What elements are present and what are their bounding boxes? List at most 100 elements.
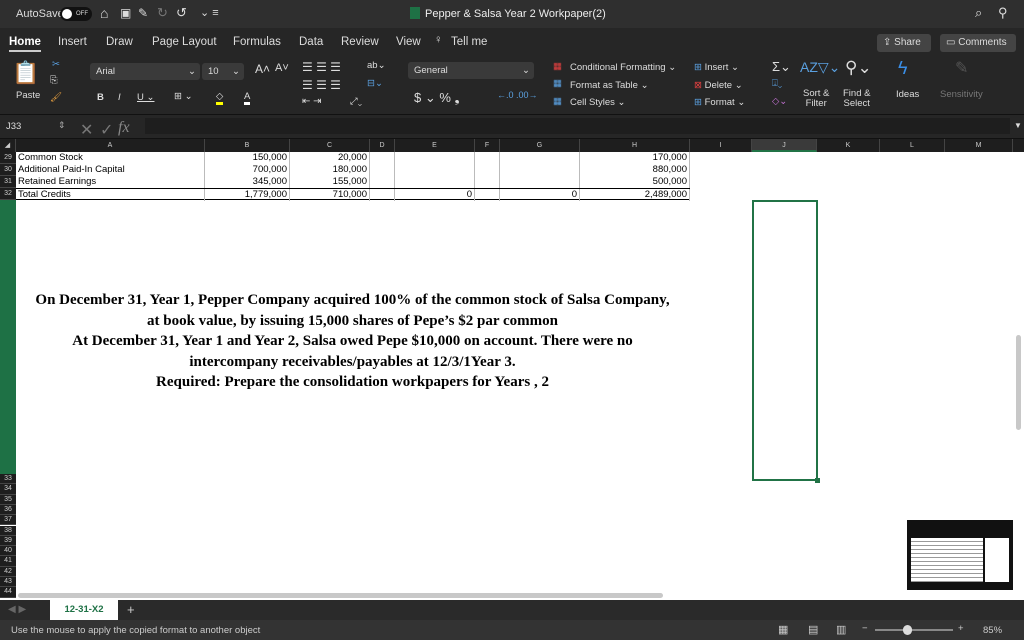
- autosave-toggle[interactable]: OFF: [60, 7, 92, 21]
- cell-b[interactable]: 700,000: [205, 164, 290, 176]
- merge-icon[interactable]: ⊟⌄: [367, 78, 383, 89]
- font-size-select[interactable]: 10 ⌄: [202, 63, 244, 80]
- font-name-select[interactable]: Arial ⌄: [90, 63, 200, 80]
- column-header[interactable]: M: [945, 139, 1013, 152]
- expand-formula-icon[interactable]: ▼: [1014, 121, 1022, 130]
- cell-c[interactable]: 180,000: [290, 164, 370, 176]
- undo-icon[interactable]: ↺: [176, 5, 187, 21]
- cell-selection[interactable]: [752, 200, 820, 483]
- cell-h[interactable]: 2,489,000: [580, 189, 690, 201]
- cell-e[interactable]: 0: [395, 189, 475, 201]
- column-header[interactable]: C: [290, 139, 370, 152]
- copy-icon[interactable]: ⎘: [50, 75, 58, 86]
- cell-e[interactable]: [395, 164, 475, 176]
- delete-cells-button[interactable]: ⊠ Delete ⌄: [694, 80, 743, 91]
- save-icon[interactable]: ▣: [120, 6, 131, 20]
- fx-icon[interactable]: fx: [118, 119, 130, 137]
- increase-font-icon[interactable]: A˄: [255, 62, 270, 76]
- cell-c[interactable]: 20,000: [290, 152, 370, 164]
- wrap-text-icon[interactable]: ab⌄: [367, 60, 386, 71]
- tab-draw[interactable]: Draw: [106, 36, 133, 48]
- italic-button[interactable]: I: [118, 92, 121, 103]
- tab-view[interactable]: View: [396, 36, 421, 48]
- fill-color-icon[interactable]: ◇: [216, 91, 224, 105]
- cell-b[interactable]: 345,000: [205, 176, 290, 188]
- fill-icon[interactable]: ⍗⌄: [772, 78, 782, 89]
- column-header[interactable]: J: [752, 139, 817, 152]
- row-header[interactable]: 41: [0, 556, 16, 567]
- conditional-formatting-button[interactable]: Conditional Formatting ⌄: [570, 62, 676, 73]
- search-icon[interactable]: ⌕: [975, 5, 982, 21]
- find-select-button[interactable]: Find & Select: [843, 89, 870, 109]
- cell-a[interactable]: Retained Earnings: [16, 176, 205, 188]
- tab-data[interactable]: Data: [299, 36, 323, 48]
- column-header[interactable]: E: [395, 139, 475, 152]
- orientation-icon[interactable]: ⤢⌄: [350, 96, 362, 107]
- format-as-table-button[interactable]: Format as Table ⌄: [570, 80, 649, 91]
- zoom-in-button[interactable]: +: [958, 623, 964, 634]
- home-icon[interactable]: ⌂: [100, 5, 108, 21]
- cell-d[interactable]: [370, 164, 395, 176]
- cell-g[interactable]: [500, 176, 580, 188]
- insert-cells-button[interactable]: ⊞ Insert ⌄: [694, 62, 739, 73]
- cell-c[interactable]: 155,000: [290, 176, 370, 188]
- sort-filter-icon[interactable]: AZ▽⌄: [800, 59, 840, 76]
- sheet-tab[interactable]: 12-31-X2: [50, 600, 118, 620]
- name-box[interactable]: J33: [6, 121, 21, 132]
- account-icon[interactable]: ⚲: [998, 5, 1008, 21]
- row-header[interactable]: 37: [0, 515, 16, 526]
- cell-a[interactable]: Total Credits: [16, 189, 205, 201]
- prev-sheet-icon[interactable]: ◀ ▶: [8, 604, 26, 615]
- cell-d[interactable]: [370, 176, 395, 188]
- paste-label[interactable]: Paste: [16, 90, 40, 101]
- row-header[interactable]: 38: [0, 525, 16, 536]
- align-top-icon[interactable]: ☰ ☰ ☰: [302, 60, 341, 74]
- sort-filter-button[interactable]: Sort & Filter: [803, 89, 829, 109]
- column-header[interactable]: G: [500, 139, 580, 152]
- cell-h[interactable]: 500,000: [580, 176, 690, 188]
- tell-me[interactable]: Tell me: [451, 36, 487, 48]
- page-layout-icon[interactable]: ▤: [808, 623, 818, 636]
- cell-g[interactable]: 0: [500, 189, 580, 201]
- window-thumbnail[interactable]: [907, 520, 1013, 590]
- column-header[interactable]: I: [690, 139, 752, 152]
- tab-review[interactable]: Review: [341, 36, 379, 48]
- redo-icon[interactable]: ↻: [157, 5, 168, 21]
- page-break-icon[interactable]: ▥: [836, 623, 846, 636]
- row-header[interactable]: 39: [0, 535, 16, 547]
- autosum-icon[interactable]: Σ⌄: [772, 59, 791, 75]
- cell-c[interactable]: 710,000: [290, 189, 370, 201]
- format-painter-icon[interactable]: 🖌: [50, 92, 62, 103]
- bold-button[interactable]: B: [97, 92, 104, 103]
- decrease-font-icon[interactable]: A˅: [275, 62, 289, 74]
- cell-e[interactable]: [395, 152, 475, 164]
- add-sheet-button[interactable]: +: [127, 602, 135, 617]
- customize-icon[interactable]: ⌄ ≡: [200, 6, 219, 19]
- cell-a[interactable]: Additional Paid-In Capital: [16, 164, 205, 176]
- tab-page-layout[interactable]: Page Layout: [152, 36, 217, 48]
- row-header[interactable]: 29: [0, 152, 16, 164]
- column-header[interactable]: L: [880, 139, 945, 152]
- formula-input[interactable]: [145, 118, 1010, 134]
- column-header[interactable]: B: [205, 139, 290, 152]
- number-format-select[interactable]: General ⌄: [408, 62, 534, 79]
- decimal-icons[interactable]: ←.0 .00→: [497, 90, 538, 100]
- borders-icon[interactable]: ⊞ ⌄: [174, 91, 193, 102]
- cell-f[interactable]: [475, 152, 500, 164]
- row-header[interactable]: 32: [0, 188, 16, 200]
- enter-icon[interactable]: ✓: [100, 120, 113, 140]
- column-header[interactable]: F: [475, 139, 500, 152]
- cell-d[interactable]: [370, 189, 395, 201]
- column-header[interactable]: K: [817, 139, 880, 152]
- cell-b[interactable]: 1,779,000: [205, 189, 290, 201]
- zoom-out-button[interactable]: −: [862, 623, 868, 634]
- cell-f[interactable]: [475, 164, 500, 176]
- tab-formulas[interactable]: Formulas: [233, 36, 281, 48]
- column-header[interactable]: A: [16, 139, 205, 152]
- cell-g[interactable]: [500, 164, 580, 176]
- sensitivity-button[interactable]: Sensitivity: [940, 89, 983, 100]
- cell-b[interactable]: 150,000: [205, 152, 290, 164]
- vertical-scrollbar[interactable]: [1016, 335, 1021, 430]
- cell-d[interactable]: [370, 152, 395, 164]
- tab-home[interactable]: Home: [9, 36, 41, 52]
